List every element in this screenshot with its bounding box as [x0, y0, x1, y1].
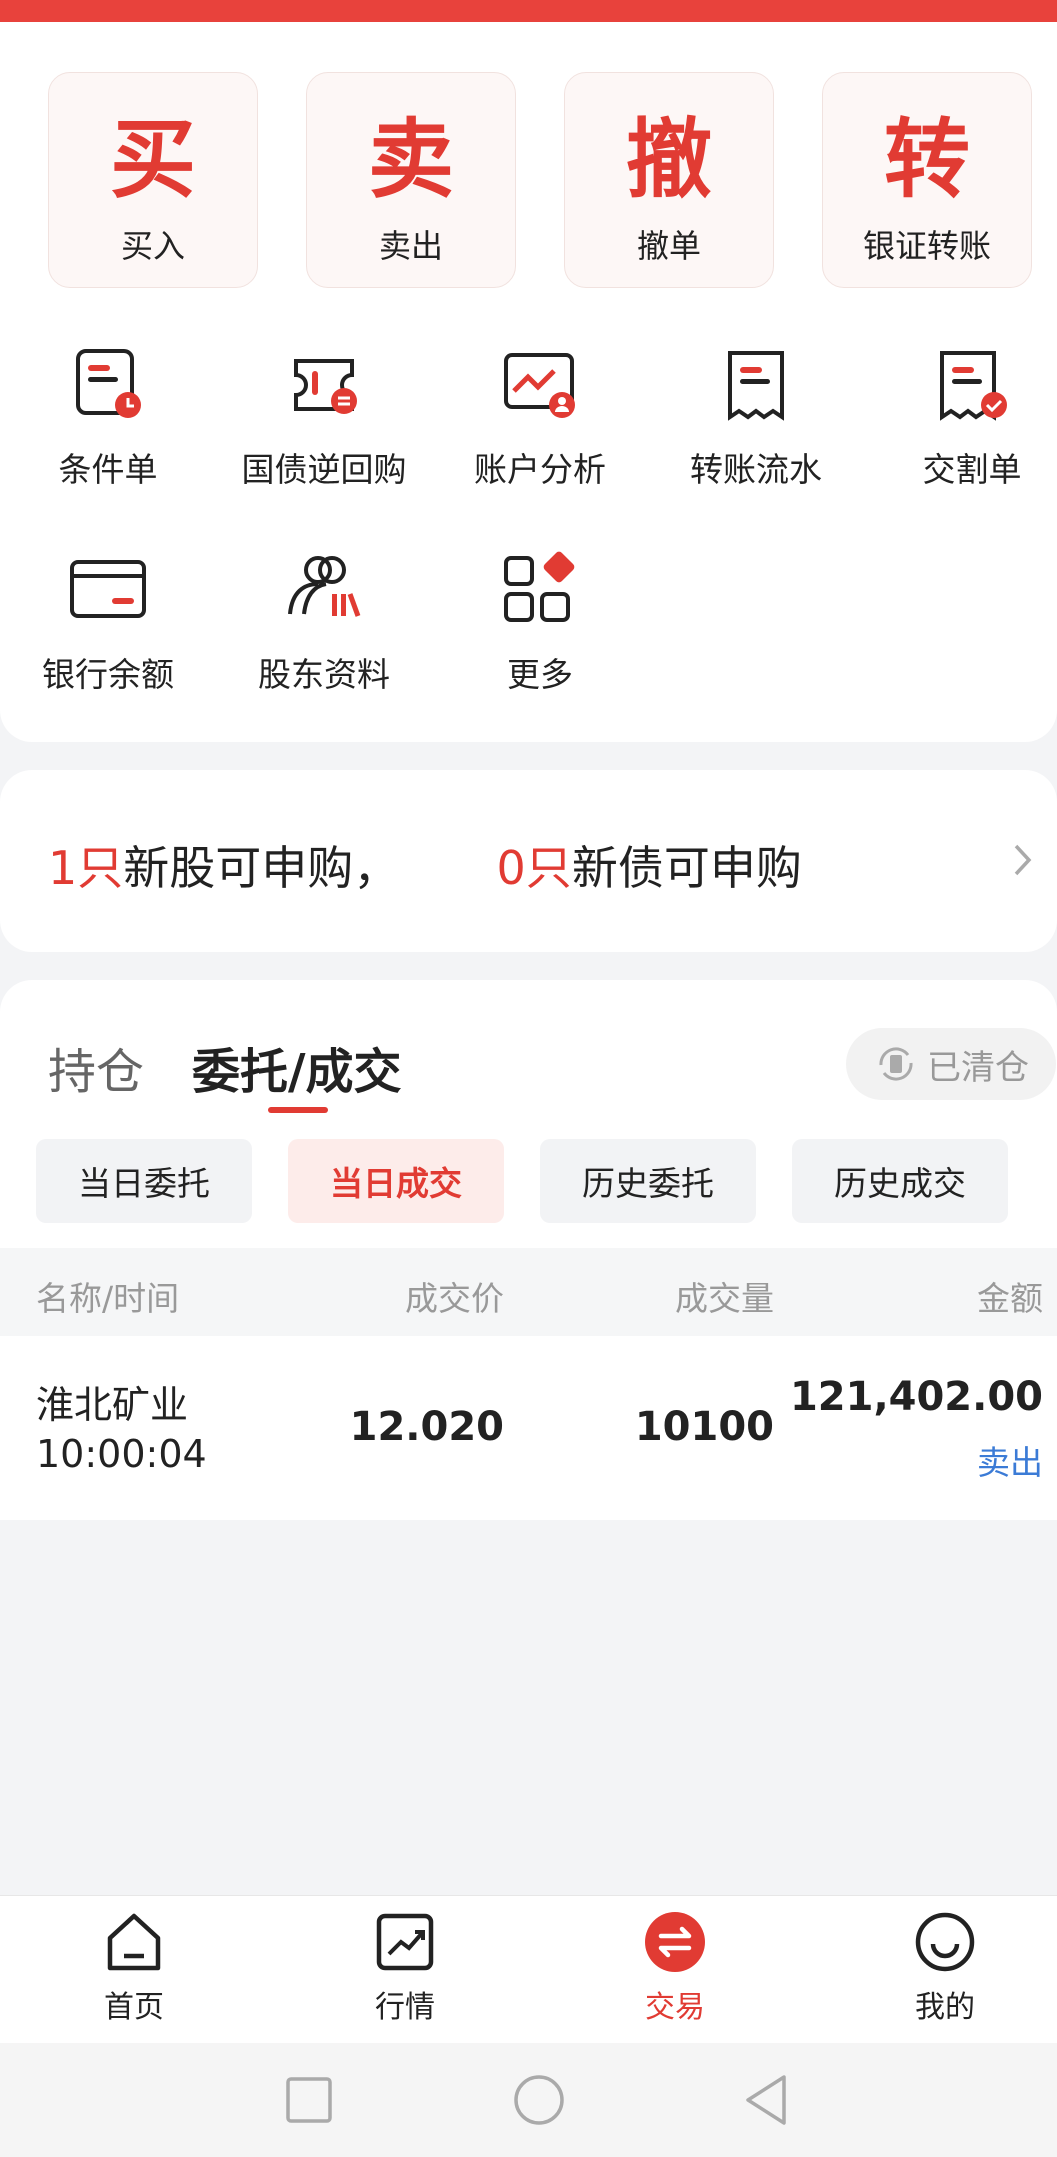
func-label: 交割单: [922, 450, 1022, 489]
header-volume: 成交量: [675, 1279, 774, 1318]
buy-glyph: 买: [110, 110, 196, 210]
nav-home[interactable]: 首页: [64, 1910, 204, 2026]
func-transfer-record[interactable]: 转账流水: [656, 345, 856, 491]
account-analysis-icon: [504, 353, 575, 418]
subtab-history-orders[interactable]: 历史委托: [540, 1139, 756, 1223]
buy-label: 买入: [120, 227, 185, 265]
nav-profile[interactable]: 我的: [875, 1910, 1015, 2026]
recent-apps-icon[interactable]: [284, 2075, 334, 2125]
new-stock-text: 新股可申购，: [123, 841, 400, 895]
func-account-analysis[interactable]: 账户分析: [440, 345, 640, 491]
new-bond-count: 0只: [496, 841, 572, 895]
sell-label: 卖出: [378, 227, 443, 265]
smile-profile-icon: [915, 1912, 975, 1972]
trade-time: 10:00:04: [36, 1432, 207, 1476]
cleared-icon: [879, 1047, 913, 1081]
sell-button[interactable]: 卖 卖出: [306, 72, 516, 288]
market-chart-icon: [376, 1913, 434, 1971]
func-label: 股东资料: [258, 655, 390, 694]
func-label: 转账流水: [690, 450, 822, 489]
back-triangle-icon[interactable]: [742, 2073, 792, 2127]
bank-card-icon: [70, 560, 146, 618]
bond-repo-icon: [294, 359, 357, 414]
nav-label: 交易: [645, 1990, 705, 2025]
subtab-today-trades[interactable]: 当日成交: [288, 1139, 504, 1223]
tab-holdings[interactable]: 持仓: [48, 1032, 144, 1102]
func-delivery-order[interactable]: 交割单: [872, 345, 1057, 491]
home-icon: [107, 1913, 161, 1971]
header-name-time: 名称/时间: [36, 1279, 180, 1318]
sell-glyph: 卖: [368, 110, 454, 210]
bank-transfer-button[interactable]: 转 银证转账: [822, 72, 1032, 288]
trade-exchange-icon: [645, 1912, 705, 1972]
header-price: 成交价: [405, 1279, 504, 1318]
func-bond-repo[interactable]: 国债逆回购: [224, 345, 424, 491]
subtab-history-trades[interactable]: 历史成交: [792, 1139, 1008, 1223]
func-bank-balance[interactable]: 银行余额: [8, 550, 208, 696]
transfer-label: 银证转账: [862, 227, 991, 265]
func-conditional-order[interactable]: 条件单: [8, 345, 208, 491]
cancel-order-button[interactable]: 撤 撤单: [564, 72, 774, 288]
nav-market[interactable]: 行情: [335, 1910, 475, 2026]
status-bar-strip: [0, 0, 1057, 22]
new-bond-text: 新债可申购: [571, 841, 802, 895]
buy-button[interactable]: 买 买入: [48, 72, 258, 288]
func-label: 条件单: [58, 450, 158, 489]
new-stock-count: 1只: [48, 841, 124, 895]
cancel-label: 撤单: [636, 227, 701, 265]
trade-price: 12.020: [349, 1404, 504, 1450]
cleared-label: 已清仓: [927, 1047, 1029, 1088]
stock-name: 淮北矿业: [36, 1383, 189, 1427]
nav-trade[interactable]: 交易: [605, 1910, 745, 2026]
subtab-today-orders[interactable]: 当日委托: [36, 1139, 252, 1223]
system-nav-bar: [0, 2043, 1057, 2157]
header-amount: 金额: [977, 1279, 1043, 1318]
shareholder-icon: [288, 556, 361, 617]
tab-orders-trades[interactable]: 委托/成交: [192, 1032, 402, 1102]
conditional-order-icon: [76, 349, 141, 418]
trade-volume: 10100: [634, 1404, 774, 1450]
func-label: 银行余额: [42, 655, 174, 694]
func-shareholder-info[interactable]: 股东资料: [224, 550, 424, 696]
trade-side-badge: 卖出: [977, 1443, 1043, 1482]
transfer-record-icon: [728, 351, 784, 421]
func-label: 国债逆回购: [241, 450, 407, 489]
func-label: 账户分析: [474, 450, 606, 489]
active-tab-indicator: [268, 1107, 328, 1113]
bottom-nav: 首页 行情 交易 我的: [0, 1895, 1057, 2043]
cleared-positions-button[interactable]: 已清仓: [846, 1028, 1056, 1100]
ipo-summary[interactable]: 1只新股可申购， 0只新债可申购: [48, 832, 802, 898]
table-header: 名称/时间 成交价 成交量 金额: [0, 1248, 1057, 1336]
func-label: 更多: [507, 655, 573, 694]
nav-label: 首页: [104, 1990, 164, 2025]
chevron-right-icon[interactable]: [1012, 842, 1034, 878]
delivery-order-icon: [940, 351, 1007, 421]
transfer-glyph: 转: [884, 110, 970, 210]
nav-label: 我的: [915, 1990, 975, 2025]
cancel-glyph: 撤: [626, 110, 712, 210]
nav-label: 行情: [375, 1990, 435, 2025]
table-row[interactable]: 淮北矿业 10:00:04 12.020 10100 121,402.00 卖出: [0, 1336, 1057, 1518]
home-circle-icon[interactable]: [512, 2073, 566, 2127]
more-grid-icon: [504, 551, 575, 622]
trade-amount: 121,402.00: [789, 1374, 1043, 1420]
func-more[interactable]: 更多: [440, 550, 640, 696]
